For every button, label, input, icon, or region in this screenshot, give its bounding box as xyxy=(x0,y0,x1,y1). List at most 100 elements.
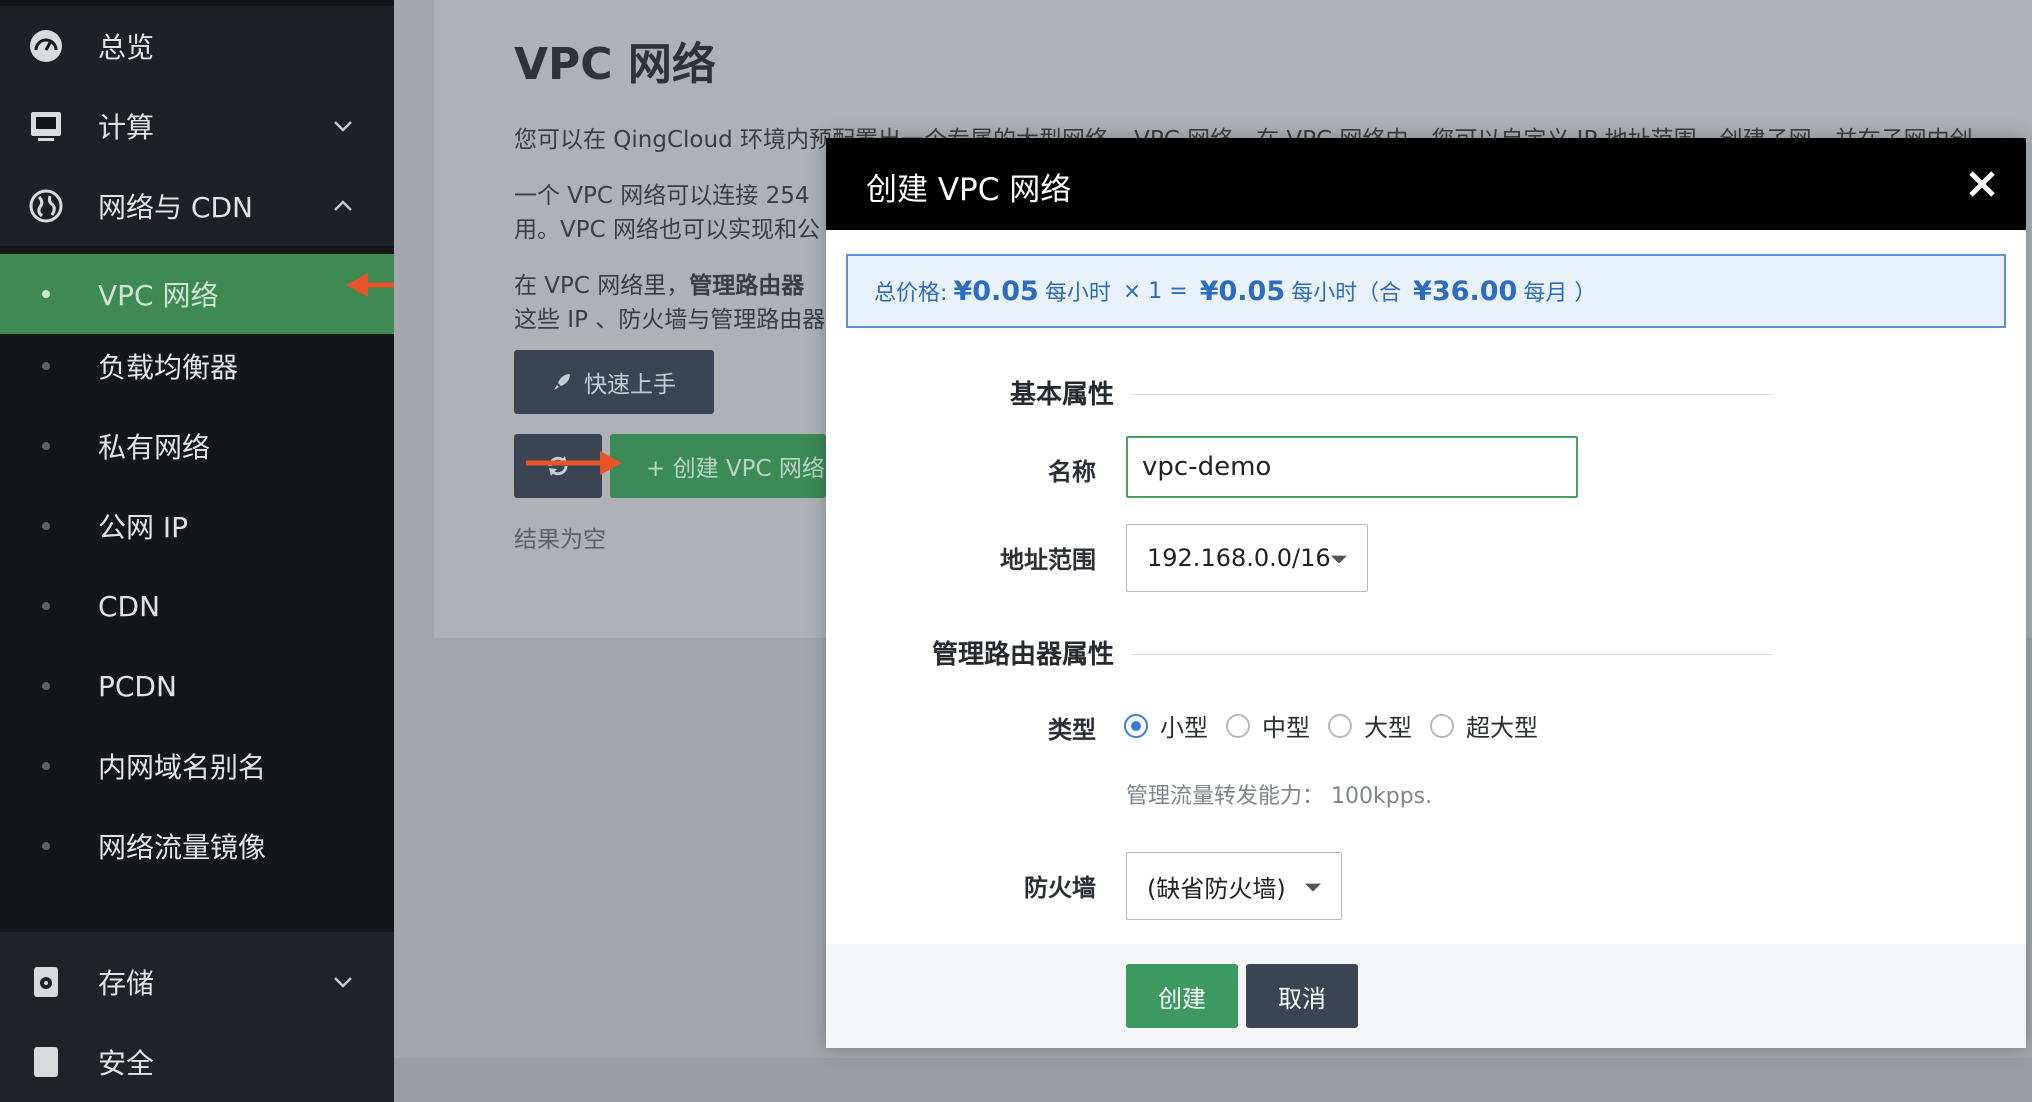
sidebar-item-security[interactable]: 安全 xyxy=(0,1022,394,1102)
monthly-price: ¥36.00 xyxy=(1413,275,1518,307)
total-price: ¥0.05 xyxy=(1199,275,1286,307)
rocket-icon xyxy=(554,374,570,390)
sidebar-item-private-network[interactable]: 私有网络 xyxy=(0,406,394,486)
sidebar-item-internal-dns-alias[interactable]: 内网域名别名 xyxy=(0,726,394,806)
sidebar-item-public-ip[interactable]: 公网 IP xyxy=(0,486,394,566)
cancel-button[interactable]: 取消 xyxy=(1246,964,1358,1028)
router-type-radio-group: 小型 中型 大型 超大型 xyxy=(1124,708,1556,743)
sidebar-item-vpc-network[interactable]: VPC 网络 xyxy=(0,254,394,334)
radio-checked-icon xyxy=(1124,713,1148,738)
price-label: 总价格: xyxy=(874,281,948,306)
chevron-down-icon xyxy=(334,977,352,988)
quick-start-label: 快速上手 xyxy=(584,372,676,398)
radio-label: 小型 xyxy=(1160,714,1208,742)
sidebar-item-load-balancer[interactable]: 负载均衡器 xyxy=(0,326,394,406)
create-vpc-dialog: 创建 VPC 网络 总价格: ¥0.05 每小时 × 1 = ¥0.05 每小时… xyxy=(826,138,2026,1048)
sidebar-item-label: 网络与 CDN xyxy=(98,191,253,224)
sidebar-item-label: PCDN xyxy=(98,669,177,703)
per-hour-label: 每小时（合 xyxy=(1291,281,1402,306)
sidebar-item-label: 网络流量镜像 xyxy=(98,831,267,864)
annotation-arrow-icon xyxy=(526,451,622,475)
name-input[interactable] xyxy=(1126,436,1578,498)
dialog-title: 创建 VPC 网络 xyxy=(866,172,1072,208)
name-label: 名称 xyxy=(1048,458,1096,486)
chevron-down-icon xyxy=(1305,883,1321,892)
router-type-label: 类型 xyxy=(1048,716,1096,744)
radio-unchecked-icon xyxy=(1430,713,1454,738)
per-hour-label: 每小时 xyxy=(1044,281,1111,306)
sidebar-item-label: 公网 IP xyxy=(98,511,189,544)
radio-label: 中型 xyxy=(1262,714,1310,742)
sidebar-item-label: CDN xyxy=(98,589,161,623)
create-button[interactable]: 创建 xyxy=(1126,964,1238,1028)
dialog-header: 创建 VPC 网络 xyxy=(826,138,2026,230)
monitor-icon xyxy=(31,112,61,141)
dialog-footer xyxy=(826,944,2026,1048)
radio-unchecked-icon xyxy=(1226,713,1250,738)
page-description: 这些 IP 、防火墙与管理路由器 xyxy=(514,307,826,333)
quick-start-button[interactable]: 快速上手 xyxy=(514,350,714,414)
per-month-label: 每月 ） xyxy=(1523,281,1597,306)
sidebar-item-label: 内网域名别名 xyxy=(98,751,267,784)
sidebar-item-label: 总览 xyxy=(98,31,155,64)
sidebar-item-network-cdn[interactable]: 网络与 CDN xyxy=(0,166,394,246)
bullet-icon xyxy=(42,442,50,450)
chevron-up-icon xyxy=(334,200,352,211)
radio-small[interactable]: 小型 xyxy=(1124,708,1208,743)
section-title-basic: 基本属性 xyxy=(1009,380,1114,410)
empty-result-text: 结果为空 xyxy=(514,527,606,553)
address-range-value: 192.168.0.0/16 xyxy=(1147,544,1331,572)
router-capacity-hint: 管理流量转发能力： 100kpps. xyxy=(1126,784,1433,809)
section-divider xyxy=(1132,394,1772,395)
price-summary: 总价格: ¥0.05 每小时 × 1 = ¥0.05 每小时（合 ¥36.00 … xyxy=(846,254,2006,328)
dashboard-icon xyxy=(30,30,62,62)
page-title: VPC 网络 xyxy=(514,39,716,90)
sidebar-item-label: 负载均衡器 xyxy=(98,351,239,384)
sidebar-item-traffic-mirror[interactable]: 网络流量镜像 xyxy=(0,806,394,886)
address-range-label: 地址范围 xyxy=(1000,546,1096,574)
create-vpc-button[interactable]: + 创建 VPC 网络 xyxy=(610,434,826,498)
address-range-select[interactable]: 192.168.0.0/16 xyxy=(1126,524,1368,592)
sidebar: 总览 计算 网络与 CDN VPC 网络 负载均衡器 私有网络 公网 IP CD… xyxy=(0,0,428,1102)
sidebar-item-compute[interactable]: 计算 xyxy=(0,86,394,166)
radio-label: 超大型 xyxy=(1466,714,1538,742)
radio-extra-large[interactable]: 超大型 xyxy=(1430,708,1538,743)
sidebar-item-label: 安全 xyxy=(98,1047,155,1080)
sidebar-item-cdn[interactable]: CDN xyxy=(0,566,394,646)
sidebar-item-storage[interactable]: 存储 xyxy=(0,942,394,1022)
firewall-label: 防火墙 xyxy=(1024,874,1096,902)
radio-label: 大型 xyxy=(1364,714,1412,742)
bullet-icon xyxy=(42,522,50,530)
close-icon[interactable] xyxy=(1964,166,2000,202)
section-divider xyxy=(1132,654,1772,655)
price-multiplier: × 1 = xyxy=(1122,278,1188,304)
page-description: 在 VPC 网络里，管理路由器 xyxy=(514,273,805,299)
page-description: 一个 VPC 网络可以连接 254 xyxy=(514,183,810,209)
bullet-icon xyxy=(42,682,50,690)
bullet-icon xyxy=(42,362,50,370)
sidebar-item-overview[interactable]: 总览 xyxy=(0,6,394,86)
bullet-icon xyxy=(42,602,50,610)
radio-large[interactable]: 大型 xyxy=(1328,708,1412,743)
sidebar-item-label: 私有网络 xyxy=(98,431,211,464)
radio-medium[interactable]: 中型 xyxy=(1226,708,1310,743)
security-icon xyxy=(34,1047,58,1077)
sidebar-item-label: VPC 网络 xyxy=(98,279,219,312)
sidebar-item-pcdn[interactable]: PCDN xyxy=(0,646,394,726)
firewall-select[interactable]: (缺省防火墙) xyxy=(1126,852,1342,920)
storage-icon xyxy=(34,967,58,997)
radio-unchecked-icon xyxy=(1328,713,1352,738)
section-title-router: 管理路由器属性 xyxy=(931,640,1114,670)
bullet-icon xyxy=(42,842,50,850)
chevron-down-icon xyxy=(1331,555,1347,564)
unit-price: ¥0.05 xyxy=(953,275,1039,307)
sidebar-item-label: 存储 xyxy=(98,967,155,1000)
bullet-icon xyxy=(42,762,50,770)
sidebar-item-label: 计算 xyxy=(98,111,155,144)
globe-icon xyxy=(29,189,63,223)
chevron-down-icon xyxy=(334,121,352,132)
bullet-icon xyxy=(42,290,50,298)
page-description: 用。VPC 网络也可以实现和公 xyxy=(514,217,820,243)
firewall-value: (缺省防火墙) xyxy=(1147,874,1286,903)
create-vpc-label: + 创建 VPC 网络 xyxy=(646,456,825,482)
